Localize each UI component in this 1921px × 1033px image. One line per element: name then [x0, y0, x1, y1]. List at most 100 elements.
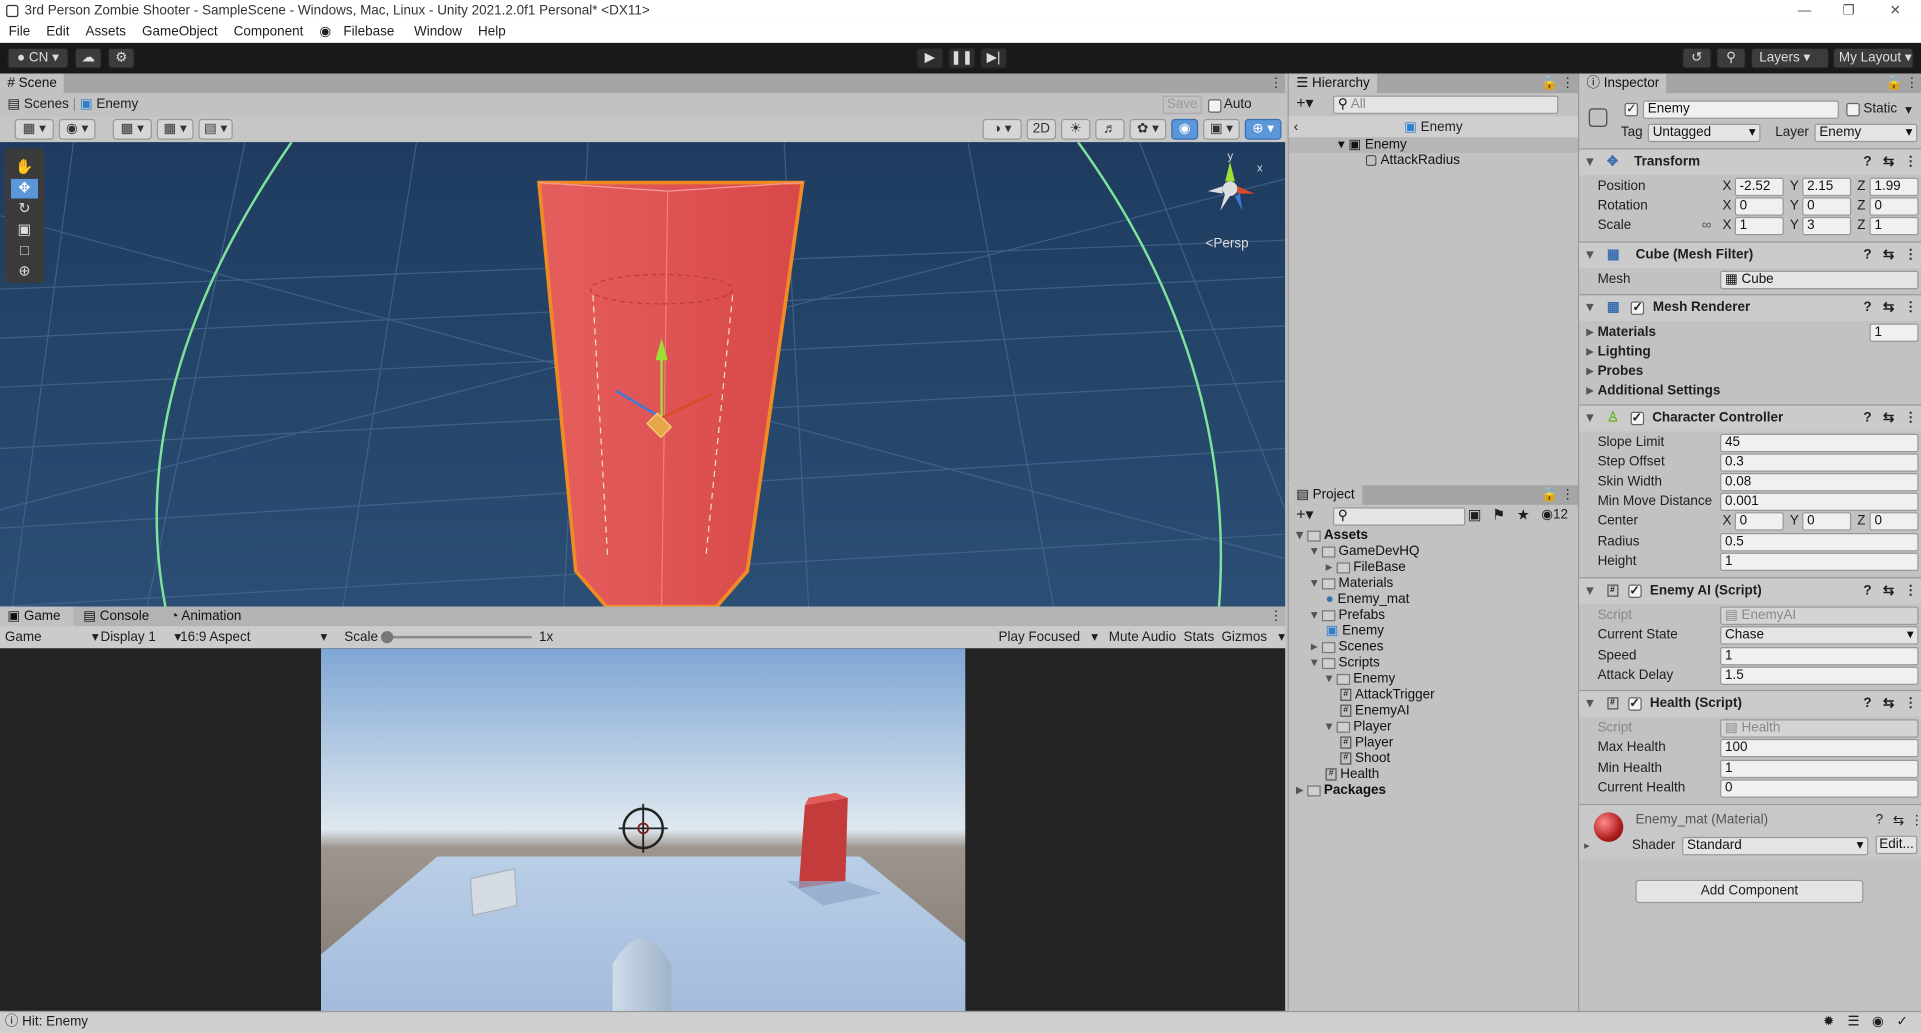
- scale-y-field[interactable]: 3: [1802, 216, 1852, 236]
- lighting-status-icon[interactable]: ◉: [1872, 1012, 1884, 1033]
- mesh-renderer-header[interactable]: ▾ ▦ ✓ Mesh Renderer ? ⇆ ⋮: [1579, 294, 1921, 322]
- project-item[interactable]: ▾ Materials: [1311, 576, 1393, 592]
- scene-viewport[interactable]: ✋ ✥ ↻ ▣ □ ⊕ y x <Persp: [0, 142, 1286, 607]
- project-item[interactable]: ▾ Prefabs: [1311, 608, 1385, 624]
- foldout-arrow-icon[interactable]: ▾: [1311, 608, 1322, 623]
- gizmos-dropdown[interactable]: Gizmos ▾: [1221, 626, 1285, 648]
- breadcrumb-scenes[interactable]: Scenes: [24, 97, 69, 112]
- project-item[interactable]: ▾ Assets: [1296, 528, 1368, 544]
- character-controller-header[interactable]: ▾ ♙ ✓ Character Controller ? ⇆ ⋮: [1579, 404, 1921, 432]
- inspector-kebab-icon[interactable]: ⋮: [1905, 74, 1918, 94]
- enemy-ai-header[interactable]: ▾ # ✓ Enemy AI (Script) ? ⇆ ⋮: [1579, 577, 1921, 605]
- move-tool-icon[interactable]: ✥: [11, 178, 38, 199]
- shader-edit-button[interactable]: Edit...: [1875, 835, 1918, 855]
- display-dropdown[interactable]: Display 1 ▾: [100, 626, 181, 648]
- hierarchy-add-icon[interactable]: +▾: [1296, 93, 1313, 113]
- preset-icon[interactable]: ⇆: [1883, 149, 1894, 175]
- project-item[interactable]: # AttackTrigger: [1340, 687, 1435, 703]
- hierarchy-lock-icon[interactable]: 🔒: [1541, 74, 1558, 94]
- snap-toggle[interactable]: ▦ ▾: [156, 118, 194, 140]
- material-foldout-icon[interactable]: ▸: [1584, 839, 1590, 852]
- aspect-dropdown[interactable]: 16:9 Aspect ▾: [180, 626, 327, 648]
- game-mode-dropdown[interactable]: Game ▾: [5, 626, 99, 648]
- project-item[interactable]: # Player: [1340, 735, 1393, 751]
- account-button[interactable]: ● CN ▾: [7, 47, 69, 69]
- project-add-icon[interactable]: +▾: [1296, 505, 1313, 525]
- component-menu-icon[interactable]: ⋮: [1904, 295, 1917, 321]
- static-checkbox[interactable]: [1846, 102, 1860, 117]
- project-item[interactable]: ▸ Scenes: [1311, 640, 1384, 656]
- mesh-filter-header[interactable]: ▾ ▦ Cube (Mesh Filter) ? ⇆ ⋮: [1579, 241, 1921, 269]
- preset-icon[interactable]: ⇆: [1893, 812, 1904, 829]
- additional-settings-foldout[interactable]: ▸ Additional Settings: [1579, 381, 1921, 401]
- center-z-field[interactable]: 0: [1869, 512, 1919, 531]
- menu-gameobject[interactable]: GameObject: [142, 25, 218, 40]
- play-button[interactable]: ▶: [916, 47, 944, 69]
- center-x-field[interactable]: 0: [1734, 512, 1784, 531]
- layers-dropdown[interactable]: Layers ▾: [1750, 47, 1830, 69]
- increment-snap-toggle[interactable]: ▤ ▾: [198, 118, 233, 140]
- effects-dropdown[interactable]: ✿ ▾: [1129, 118, 1167, 140]
- global-toggle[interactable]: ◉ ▾: [58, 118, 96, 140]
- tab-inspector[interactable]: ⓘ Inspector: [1579, 73, 1667, 94]
- maximize-icon[interactable]: ❐: [1830, 0, 1867, 22]
- step-button[interactable]: ▶|: [980, 47, 1008, 69]
- enemy-ai-enabled-checkbox[interactable]: ✓: [1627, 584, 1642, 598]
- project-item[interactable]: ● Enemy_mat: [1326, 592, 1410, 608]
- mesh-field[interactable]: ▦ Cube: [1720, 270, 1919, 290]
- add-component-button[interactable]: Add Component: [1635, 879, 1864, 904]
- skin-width-field[interactable]: 0.08: [1720, 472, 1919, 492]
- project-item[interactable]: ▾ GameDevHQ: [1311, 544, 1420, 560]
- min-move-distance-field[interactable]: 0.001: [1720, 492, 1919, 511]
- preset-icon[interactable]: ⇆: [1883, 406, 1894, 432]
- tab-hierarchy[interactable]: ☰ Hierarchy: [1288, 73, 1378, 94]
- project-item[interactable]: # Health: [1325, 767, 1379, 783]
- transform-header[interactable]: ▾ ✥ Transform ? ⇆ ⋮: [1579, 148, 1921, 176]
- preset-icon[interactable]: ⇆: [1883, 243, 1894, 269]
- shader-dropdown[interactable]: Standard ▾: [1682, 836, 1869, 856]
- foldout-arrow-icon[interactable]: ▾: [1311, 544, 1322, 559]
- inspector-lock-icon[interactable]: 🔒: [1885, 74, 1902, 94]
- hierarchy-search-input[interactable]: ⚲ All: [1332, 95, 1559, 114]
- help-icon[interactable]: ?: [1863, 691, 1871, 717]
- menu-assets[interactable]: Assets: [86, 25, 126, 40]
- audio-toggle-icon[interactable]: ♬: [1095, 118, 1125, 140]
- progress-icon[interactable]: ✓: [1897, 1012, 1908, 1033]
- help-icon[interactable]: ?: [1876, 812, 1884, 827]
- help-icon[interactable]: ?: [1863, 295, 1871, 321]
- help-icon[interactable]: ?: [1863, 243, 1871, 269]
- max-health-field[interactable]: 100: [1720, 738, 1919, 758]
- minimize-icon[interactable]: —: [1786, 0, 1823, 22]
- foldout-arrow-icon[interactable]: ▸: [1311, 640, 1322, 655]
- height-field[interactable]: 1: [1720, 552, 1919, 572]
- project-item[interactable]: ▸ Packages: [1296, 783, 1386, 799]
- tag-dropdown[interactable]: Untagged ▾: [1647, 123, 1761, 143]
- stats-toggle[interactable]: Stats: [1183, 626, 1214, 648]
- bug-icon[interactable]: ✹: [1823, 1012, 1834, 1033]
- project-item[interactable]: # EnemyAI: [1340, 703, 1410, 719]
- camera-dropdown[interactable]: ▣ ▾: [1203, 118, 1240, 140]
- help-icon[interactable]: ?: [1863, 149, 1871, 175]
- search-icon[interactable]: ⚲: [1716, 47, 1746, 69]
- grid-toggle[interactable]: ▦ ▾: [112, 118, 152, 140]
- search-by-label-icon[interactable]: ⚑: [1492, 506, 1505, 523]
- draw-mode-dropdown[interactable]: ▦ ▾: [14, 118, 54, 140]
- shading-dropdown[interactable]: ◑ ▾: [982, 118, 1022, 140]
- component-menu-icon[interactable]: ⋮: [1910, 812, 1921, 829]
- search-by-type-icon[interactable]: ▣: [1468, 506, 1482, 523]
- menu-filebase[interactable]: ◉ Filebase: [319, 25, 398, 40]
- mesh-renderer-enabled-checkbox[interactable]: ✓: [1630, 301, 1645, 315]
- foldout-arrow-icon[interactable]: ▾: [1296, 528, 1307, 543]
- foldout-arrow-icon[interactable]: ▾: [1326, 719, 1337, 734]
- transform-tool-icon[interactable]: ⊕: [11, 262, 38, 282]
- health-enabled-checkbox[interactable]: ✓: [1627, 697, 1642, 711]
- preset-icon[interactable]: ⇆: [1883, 578, 1894, 604]
- menu-help[interactable]: Help: [478, 25, 506, 40]
- scale-slider-thumb[interactable]: [381, 631, 394, 644]
- component-menu-icon[interactable]: ⋮: [1904, 406, 1917, 432]
- project-item[interactable]: ▾ Enemy: [1326, 672, 1396, 688]
- rect-tool-icon[interactable]: □: [11, 241, 38, 261]
- materials-foldout[interactable]: ▸ Materials 1: [1579, 322, 1921, 342]
- help-icon[interactable]: ?: [1863, 406, 1871, 432]
- foldout-arrow-icon[interactable]: ▸: [1326, 560, 1337, 575]
